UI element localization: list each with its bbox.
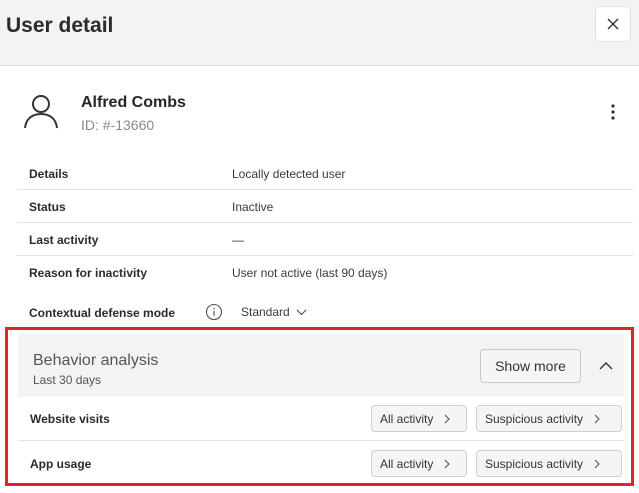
detail-label: Details	[29, 167, 69, 181]
suspicious-activity-label: Suspicious activity	[485, 456, 584, 471]
contextual-defense-label: Contextual defense mode	[29, 306, 176, 320]
info-icon[interactable]	[205, 303, 223, 321]
all-activity-label: All activity	[380, 456, 434, 471]
chevron-right-icon	[594, 459, 600, 468]
panel-header: User detail	[0, 0, 639, 66]
behavior-row-app-usage: App usage All activity Suspicious activi…	[18, 442, 624, 486]
detail-row: Reason for inactivity User not active (l…	[17, 256, 633, 289]
more-options-button[interactable]	[603, 100, 623, 124]
detail-row: Status Inactive	[17, 190, 633, 223]
detail-value: User not active (last 90 days)	[232, 266, 388, 280]
suspicious-activity-label: Suspicious activity	[485, 411, 584, 426]
all-activity-button[interactable]: All activity	[371, 405, 467, 432]
user-id: ID: #-13660	[81, 117, 155, 133]
behavior-row-label: App usage	[30, 457, 92, 471]
behavior-row-label: Website visits	[30, 412, 110, 426]
page-title: User detail	[6, 14, 114, 37]
contextual-defense-select[interactable]: Standard	[241, 301, 307, 323]
more-vertical-icon	[611, 104, 615, 120]
all-activity-label: All activity	[380, 411, 434, 426]
detail-label: Status	[29, 200, 66, 214]
close-icon	[607, 18, 619, 30]
chevron-right-icon	[594, 414, 600, 423]
user-name: Alfred Combs	[81, 94, 186, 111]
contextual-defense-value: Standard	[241, 305, 290, 319]
detail-value: Locally detected user	[232, 167, 346, 181]
chevron-right-icon	[444, 414, 451, 423]
chevron-up-icon[interactable]	[598, 359, 614, 373]
detail-row: Last activity —	[17, 223, 633, 256]
detail-value: Inactive	[232, 200, 274, 214]
behavior-analysis-header: Behavior analysis Last 30 days Show more	[18, 334, 624, 397]
chevron-right-icon	[444, 459, 451, 468]
detail-value: —	[232, 233, 244, 247]
contextual-defense-row: Contextual defense mode Standard	[17, 298, 633, 326]
close-button[interactable]	[595, 6, 631, 42]
chevron-down-icon	[296, 309, 307, 315]
behavior-analysis-section: Behavior analysis Last 30 days Show more…	[5, 327, 634, 486]
show-more-button[interactable]: Show more	[480, 349, 581, 383]
details-table: Details Locally detected user Status Ina…	[17, 157, 633, 289]
detail-label: Reason for inactivity	[29, 266, 148, 280]
suspicious-activity-button[interactable]: Suspicious activity	[476, 405, 622, 432]
behavior-analysis-title: Behavior analysis	[33, 352, 159, 369]
behavior-analysis-period: Last 30 days	[33, 373, 102, 387]
all-activity-button[interactable]: All activity	[371, 450, 467, 477]
behavior-row-website-visits: Website visits All activity Suspicious a…	[18, 397, 624, 441]
user-summary: Alfred Combs ID: #-13660	[0, 66, 639, 156]
suspicious-activity-button[interactable]: Suspicious activity	[476, 450, 622, 477]
detail-label: Last activity	[29, 233, 99, 247]
user-icon	[24, 95, 58, 129]
detail-row: Details Locally detected user	[17, 157, 633, 190]
